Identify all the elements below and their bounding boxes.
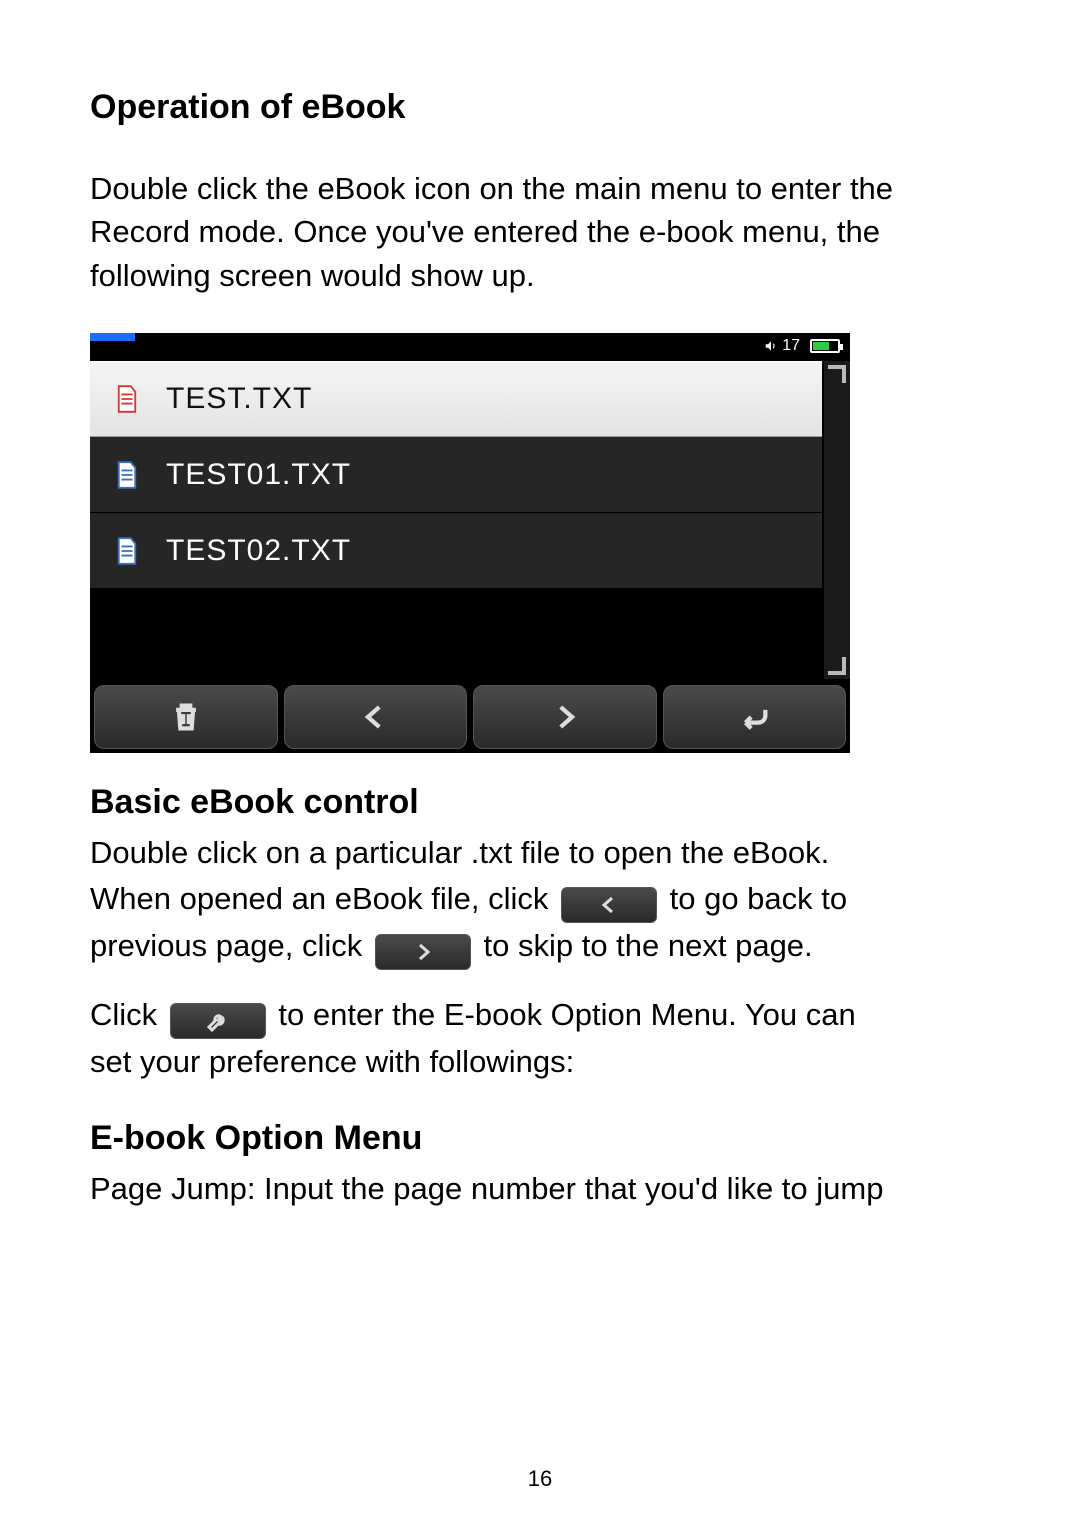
previous-button[interactable] — [284, 685, 468, 749]
text-fragment: to go back to — [670, 881, 848, 916]
scroll-bottom-marker — [828, 657, 846, 675]
document-icon — [116, 461, 138, 489]
file-name: TEST.TXT — [166, 382, 312, 416]
file-name: TEST01.TXT — [166, 458, 351, 492]
file-row[interactable]: TEST02.TXT — [90, 513, 822, 589]
return-icon — [737, 700, 771, 734]
file-row-selected[interactable]: TEST.TXT — [90, 361, 822, 437]
text-line: Click to enter the E-book Option Menu. Y… — [90, 992, 990, 1039]
inline-prev-button — [561, 887, 657, 923]
page-number: 16 — [0, 1466, 1080, 1492]
heading-operation: Operation of eBook — [90, 88, 990, 127]
text-fragment: to skip to the next page. — [484, 928, 813, 963]
return-button[interactable] — [663, 685, 847, 749]
file-name: TEST02.TXT — [166, 534, 351, 568]
text-line: previous page, click to skip to the next… — [90, 923, 990, 970]
text-line: Double click on a particular .txt file t… — [90, 830, 990, 876]
chevron-left-icon — [358, 700, 392, 734]
text-line: set your preference with followings: — [90, 1039, 990, 1085]
basic-control-text: Double click on a particular .txt file t… — [90, 830, 990, 1085]
document-icon — [116, 537, 138, 565]
volume-value: 17 — [782, 337, 800, 355]
scroll-top-marker — [828, 365, 846, 383]
text-fragment: previous page, click — [90, 928, 371, 963]
text-fragment: to enter the E-book Option Menu. You can — [278, 997, 855, 1032]
manual-page: Operation of eBook Double click the eBoo… — [0, 0, 1080, 1530]
accent-bar — [90, 333, 135, 341]
volume-indicator: 17 — [764, 337, 800, 355]
text-line: When opened an eBook file, click to go b… — [90, 876, 990, 923]
document-icon — [116, 385, 138, 413]
inline-settings-button — [170, 1003, 266, 1039]
scrollbar[interactable] — [824, 361, 850, 679]
ebook-screenshot: 17 TEST.TXT TEST01.TXT TEST02 — [90, 333, 850, 753]
inline-next-button — [375, 934, 471, 970]
status-bar: 17 — [764, 337, 840, 355]
speaker-icon — [764, 339, 778, 353]
file-row[interactable]: TEST01.TXT — [90, 437, 822, 513]
trash-icon — [169, 700, 203, 734]
bottom-toolbar — [90, 681, 850, 753]
chevron-right-icon — [409, 940, 437, 964]
delete-button[interactable] — [94, 685, 278, 749]
file-list: TEST.TXT TEST01.TXT TEST02.TXT — [90, 361, 822, 679]
heading-basic-control: Basic eBook control — [90, 783, 990, 822]
battery-icon — [810, 339, 840, 353]
intro-paragraph: Double click the eBook icon on the main … — [90, 167, 990, 297]
text-fragment: When opened an eBook file, click — [90, 881, 557, 916]
text-fragment: Click — [90, 997, 166, 1032]
heading-option-menu: E-book Option Menu — [90, 1119, 990, 1158]
option-text: Page Jump: Input the page number that yo… — [90, 1166, 990, 1212]
chevron-right-icon — [548, 700, 582, 734]
wrench-icon — [204, 1009, 232, 1033]
chevron-left-icon — [595, 893, 623, 917]
next-button[interactable] — [473, 685, 657, 749]
